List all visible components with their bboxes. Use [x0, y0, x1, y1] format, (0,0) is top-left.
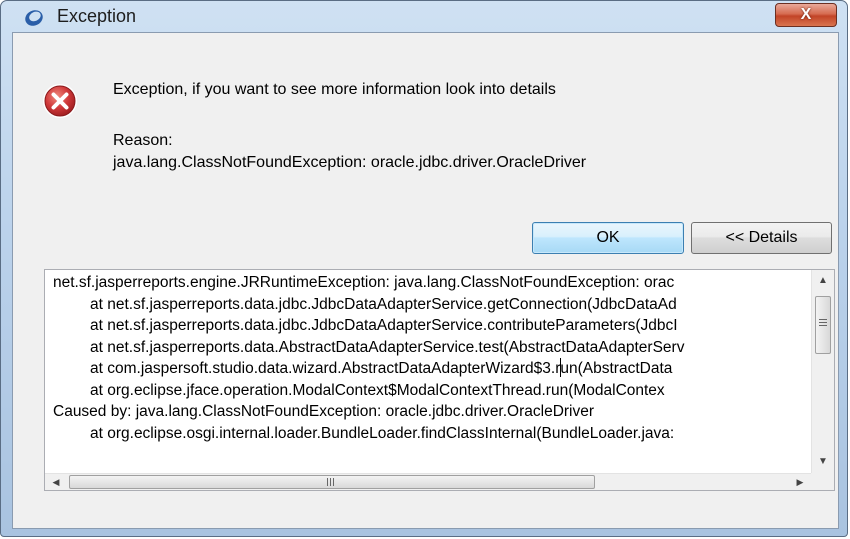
close-button[interactable]: X	[775, 3, 837, 27]
stack-trace: net.sf.jasperreports.engine.JRRuntimeExc…	[45, 272, 811, 472]
window-title: Exception	[57, 6, 137, 26]
details-text-area[interactable]: net.sf.jasperreports.engine.JRRuntimeExc…	[44, 269, 835, 491]
stack-line: at org.eclipse.osgi.internal.loader.Bund…	[90, 424, 675, 442]
stack-line: Caused by: java.lang.ClassNotFoundExcept…	[53, 403, 595, 420]
vertical-scroll-thumb[interactable]	[815, 296, 831, 354]
stack-line: at com.jaspersoft.studio.data.wizard.Abs…	[90, 360, 673, 377]
stack-line: at net.sf.jasperreports.data.AbstractDat…	[90, 338, 685, 356]
stack-line: net.sf.jasperreports.engine.JRRuntimeExc…	[53, 274, 675, 291]
exception-message: Exception, if you want to see more infor…	[113, 81, 556, 98]
details-toggle-button[interactable]: << Details	[691, 222, 832, 254]
eclipse-app-icon	[25, 10, 43, 26]
title-bar[interactable]: Exception X	[1, 1, 847, 31]
scrollbar-corner	[811, 473, 834, 490]
vertical-scrollbar[interactable]: ▲ ▼	[811, 270, 834, 473]
stack-line: at net.sf.jasperreports.data.jdbc.JdbcDa…	[90, 295, 677, 313]
ok-button[interactable]: OK	[532, 222, 684, 254]
horizontal-scroll-thumb[interactable]	[69, 475, 595, 489]
error-icon	[43, 84, 77, 118]
scroll-down-icon[interactable]: ▼	[812, 451, 834, 473]
stack-line: at net.sf.jasperreports.data.jdbc.JdbcDa…	[90, 317, 678, 334]
reason-label: Reason:	[113, 132, 173, 149]
horizontal-scrollbar[interactable]: ◀ ▶	[45, 473, 811, 490]
reason-text: java.lang.ClassNotFoundException: oracle…	[113, 154, 587, 171]
dialog-body: Exception, if you want to see more infor…	[12, 32, 839, 529]
scroll-left-icon[interactable]: ◀	[45, 474, 67, 490]
stack-line: at org.eclipse.jface.operation.ModalCont…	[90, 381, 665, 399]
grip-icon	[327, 478, 336, 486]
scroll-up-icon[interactable]: ▲	[812, 270, 834, 292]
grip-icon	[819, 319, 827, 328]
text-cursor	[560, 358, 561, 377]
scroll-right-icon[interactable]: ▶	[789, 474, 811, 490]
exception-dialog: Exception X Exception, if you want to se…	[0, 0, 848, 537]
